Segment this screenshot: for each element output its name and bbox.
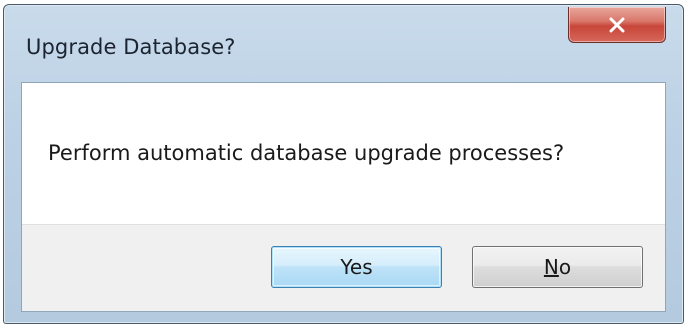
title-bar[interactable]: Upgrade Database? <box>4 5 683 83</box>
no-button-label-rest: o <box>558 255 572 279</box>
dialog-message: Perform automatic database upgrade proce… <box>48 141 565 165</box>
yes-button-label: Yes <box>340 255 373 279</box>
button-bar: Yes No <box>22 224 665 311</box>
no-button-mnemonic: N <box>543 255 559 279</box>
yes-button[interactable]: Yes <box>271 246 442 288</box>
dialog-window: Upgrade Database? Perform automatic data… <box>3 4 684 324</box>
no-button-label: No <box>544 255 571 279</box>
no-button[interactable]: No <box>472 246 643 288</box>
close-button[interactable] <box>568 7 666 43</box>
dialog-content: Perform automatic database upgrade proce… <box>21 82 666 312</box>
close-icon <box>608 17 626 33</box>
window-title: Upgrade Database? <box>26 35 236 59</box>
